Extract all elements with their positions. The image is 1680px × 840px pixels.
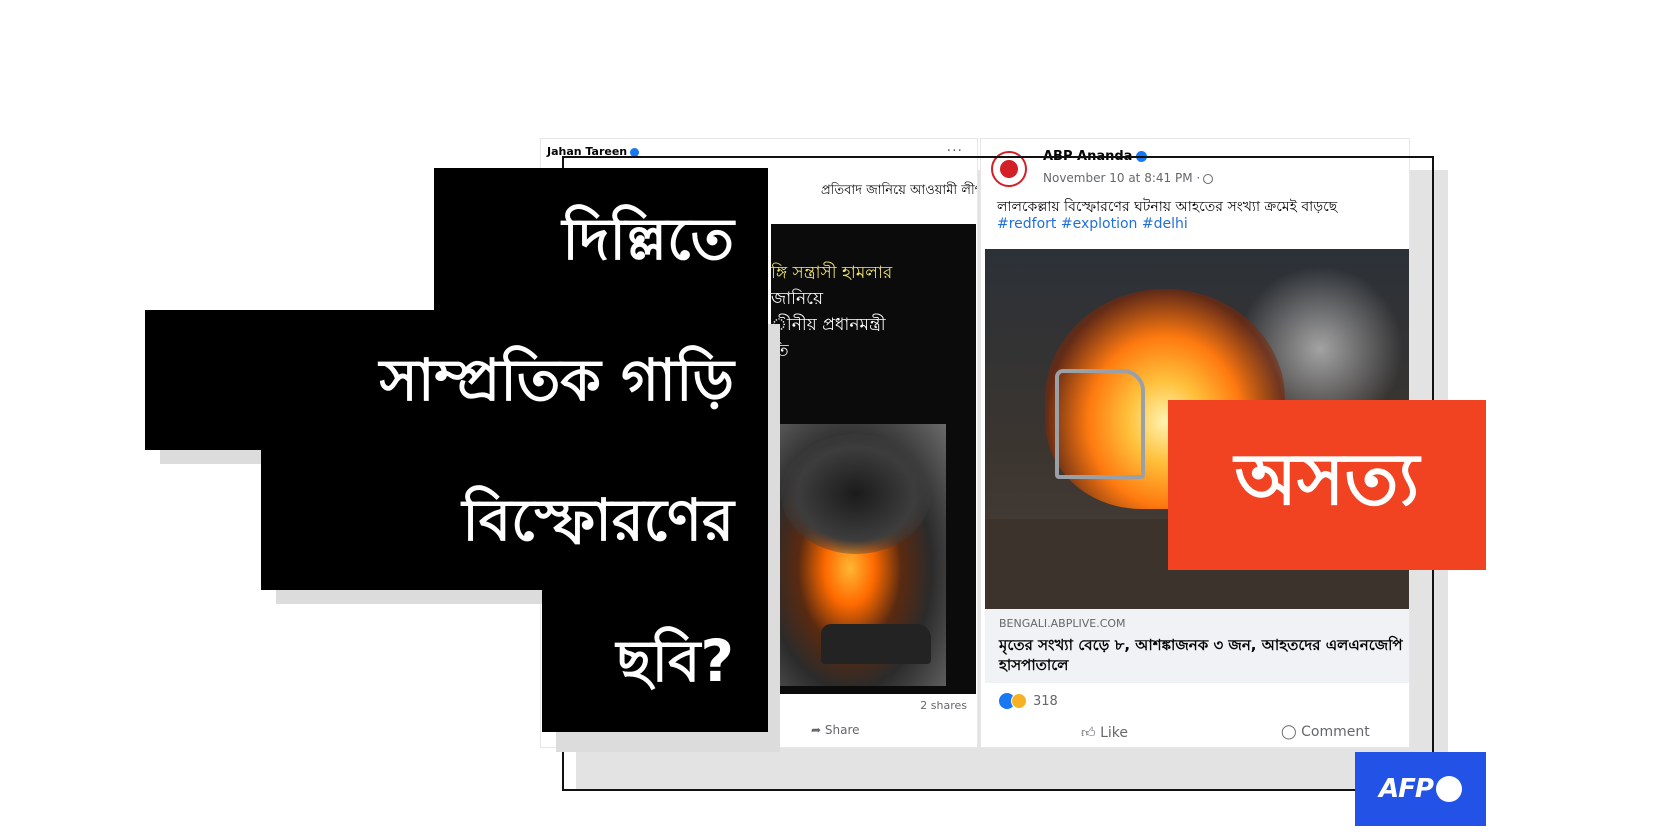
afp-logo-text: AFP [1379, 774, 1434, 804]
headline-line-1: দিল্লিতে [434, 168, 768, 310]
afp-logo-dot [1435, 776, 1462, 802]
headline-line-3: বিস্ফোরণের [261, 450, 768, 590]
headline-line-4: ছবি? [542, 590, 768, 732]
afp-logo: AFP [1355, 752, 1486, 826]
verdict-badge: অসত্য [1168, 400, 1486, 570]
headline-line-2: সাম্প্রতিক গাড়ি [145, 310, 768, 450]
